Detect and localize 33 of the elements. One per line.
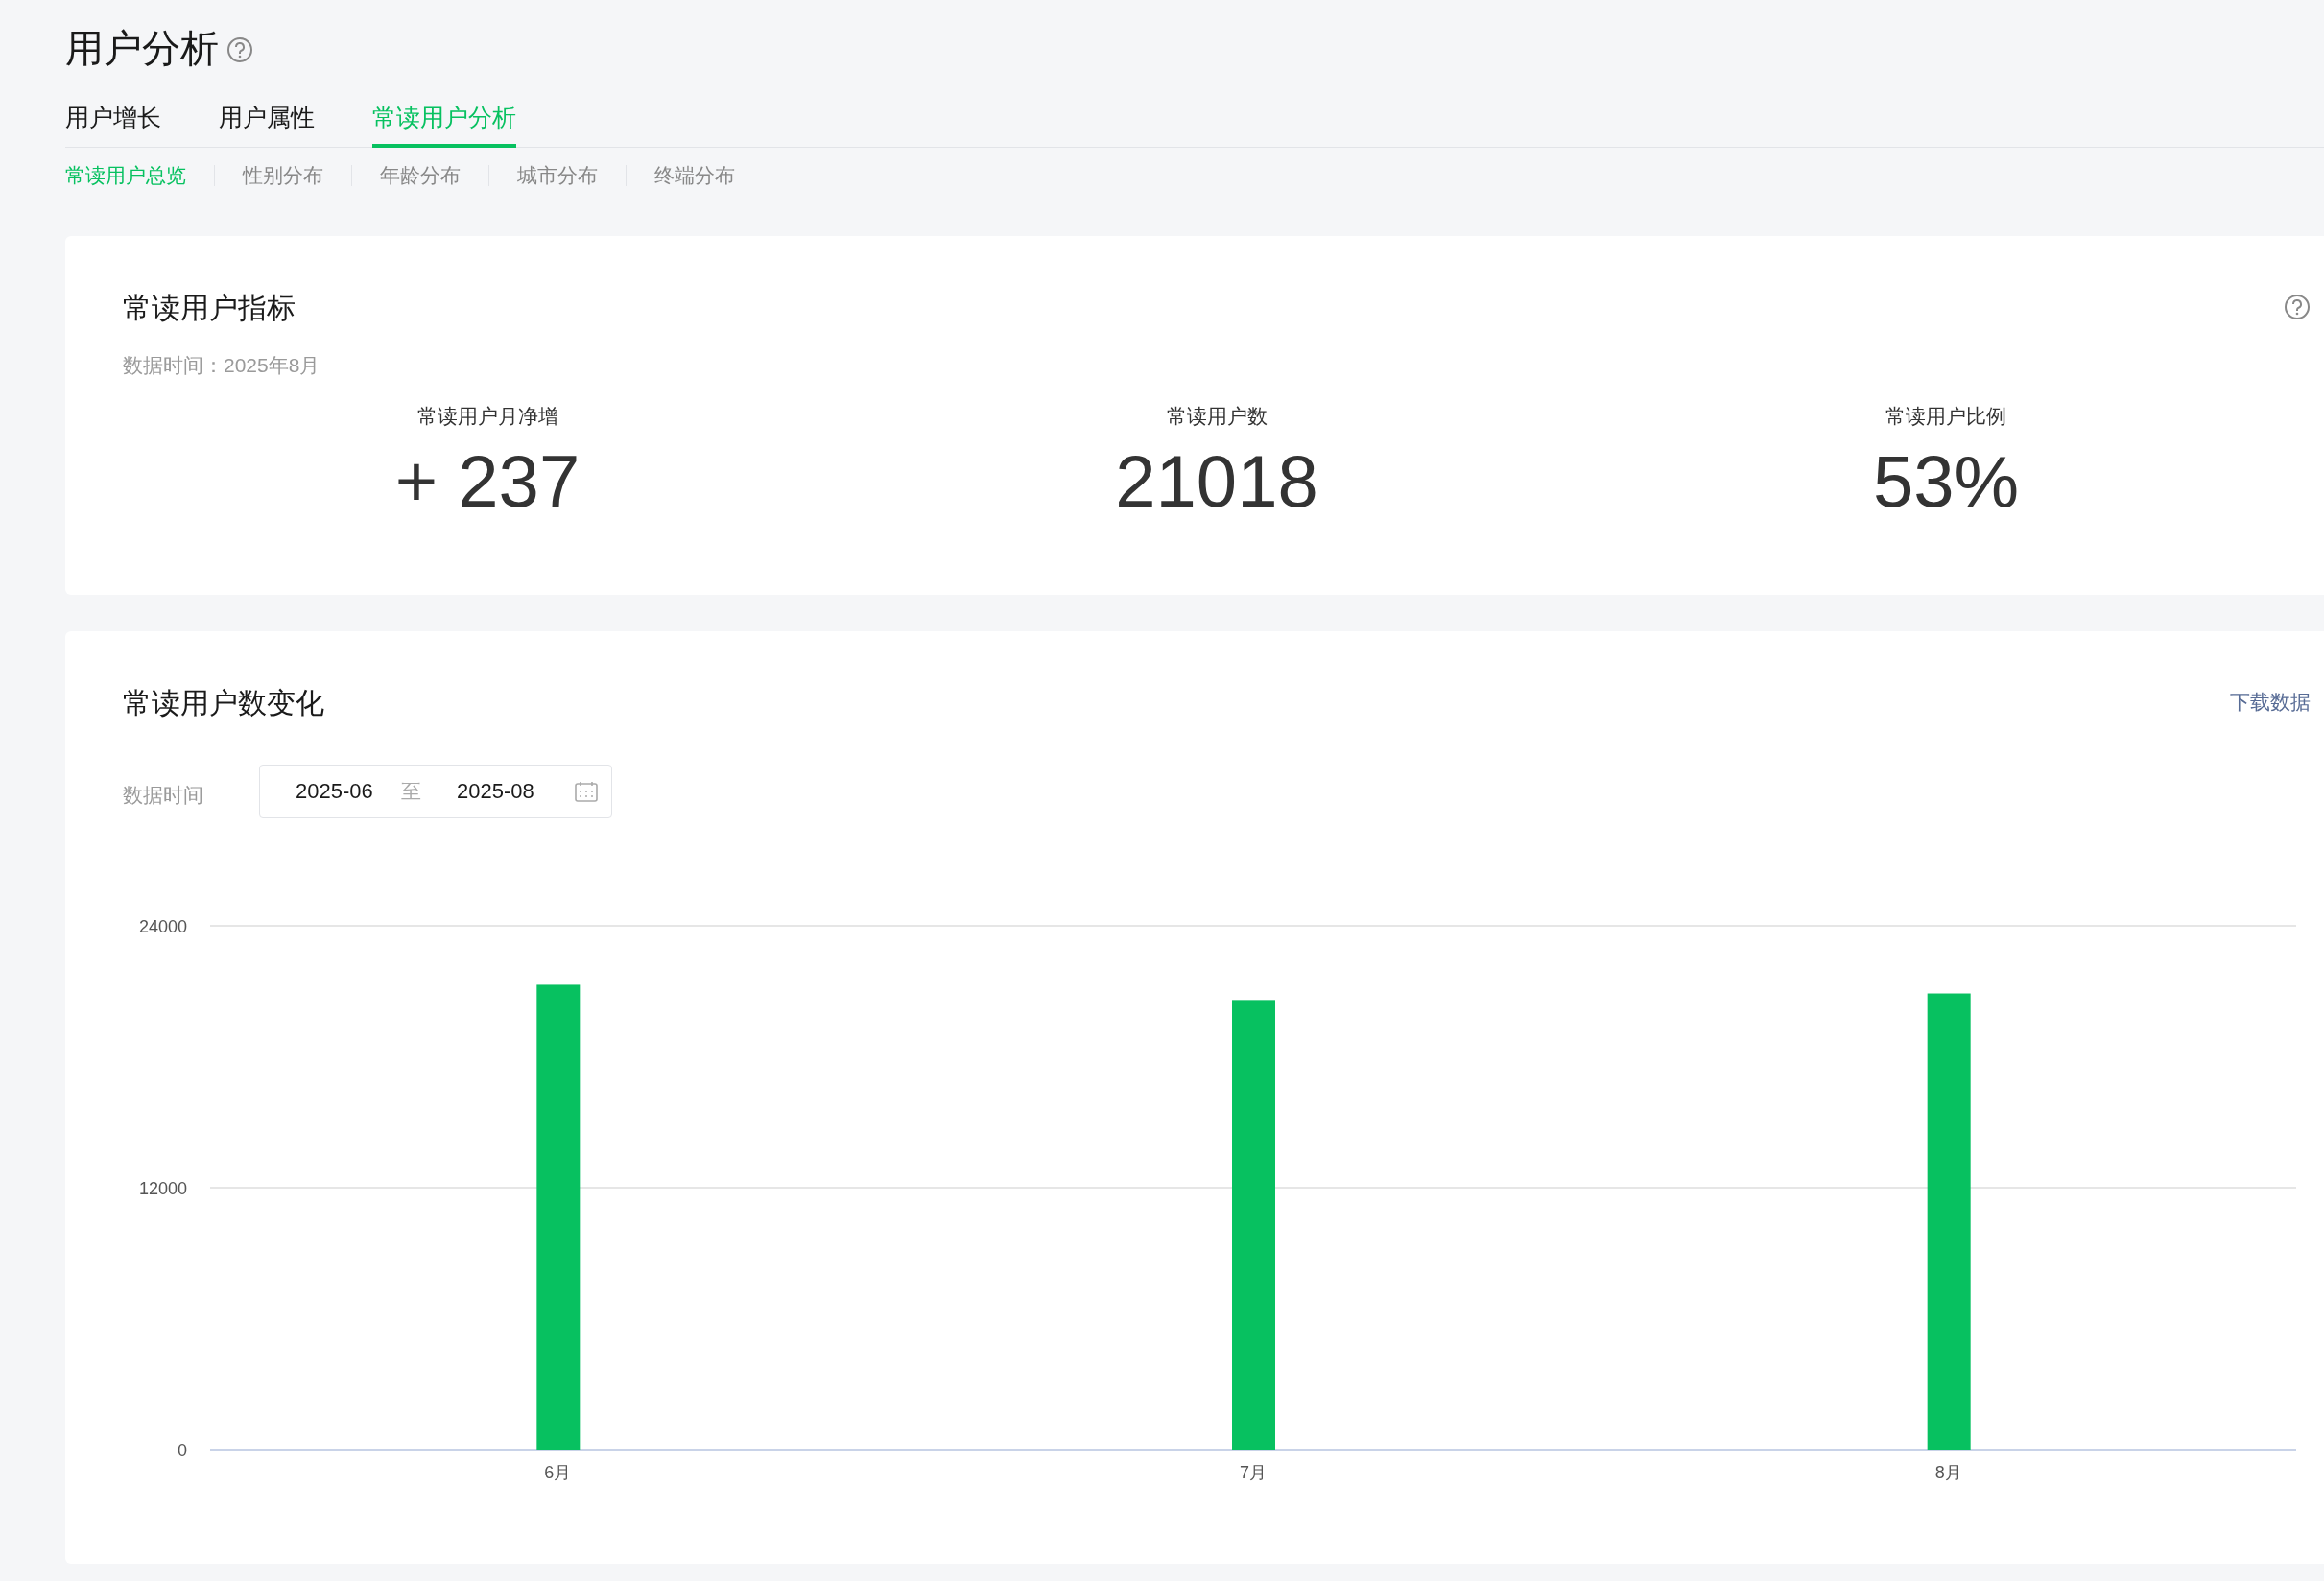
axis-category-label: 7月 <box>1240 1462 1267 1482</box>
axis-category-label: 6月 <box>544 1462 572 1482</box>
metric-label: 常读用户月净增 <box>416 404 558 429</box>
date-label: 数据时间 <box>123 782 204 808</box>
tab[interactable]: 用户增长 <box>65 100 161 148</box>
metric-value: + 237 <box>394 444 581 518</box>
tab[interactable]: 用户属性 <box>219 100 315 148</box>
end-date: 2025-08 <box>457 778 535 805</box>
data-time-text: 数据时间：2025年8月 <box>123 352 321 378</box>
sub-tab[interactable]: 年龄分布 <box>380 159 461 191</box>
metric-label: 常读用户数 <box>1166 404 1268 429</box>
axis-tick-label: 0 <box>178 1440 187 1460</box>
range-separator: 至 <box>400 778 422 804</box>
sub-tab[interactable]: 城市分布 <box>517 159 598 191</box>
page-title: 用户分析 <box>65 29 219 67</box>
sub-tab[interactable]: 性别分布 <box>243 159 323 191</box>
help-icon[interactable] <box>2284 294 2311 320</box>
sub-tab[interactable]: 终端分布 <box>654 159 735 191</box>
axis-tick-label: 24000 <box>138 916 187 936</box>
tab[interactable]: 常读用户分析 <box>372 100 516 148</box>
metric-value: 21018 <box>1115 444 1318 518</box>
axis-tick-label: 12000 <box>138 1178 187 1198</box>
download-link[interactable]: 下载数据 <box>2230 687 2311 718</box>
date-range-picker[interactable]: 2025-06 至 2025-08 <box>259 764 612 818</box>
help-icon[interactable] <box>226 36 253 63</box>
card-title: 常读用户数变化 <box>123 685 324 720</box>
sub-tab[interactable]: 常读用户总览 <box>65 159 186 191</box>
axis-category-label: 8月 <box>1934 1462 1962 1482</box>
calendar-icon <box>575 780 598 802</box>
metric-label: 常读用户比例 <box>1885 404 2006 429</box>
card-title: 常读用户指标 <box>123 290 296 325</box>
metric-value: 53% <box>1872 444 2020 518</box>
start-date: 2025-06 <box>296 778 374 805</box>
